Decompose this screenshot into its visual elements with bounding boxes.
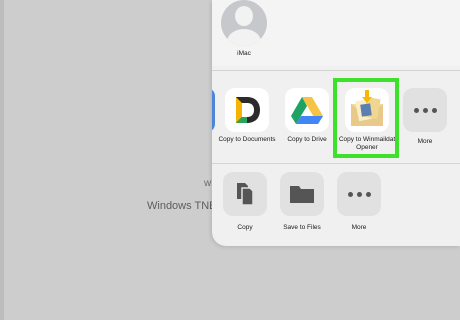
person-avatar-icon[interactable] <box>221 0 267 46</box>
app-more[interactable]: More <box>390 88 460 146</box>
app-label: More <box>417 138 433 145</box>
airdrop-row: iMac <box>212 0 460 66</box>
airdrop-device-label: iMac <box>237 50 251 57</box>
more-dots-icon <box>403 88 447 132</box>
highlight-box <box>333 78 399 158</box>
folder-icon <box>280 172 324 216</box>
action-more[interactable]: More <box>324 172 394 232</box>
background-edge <box>0 0 4 320</box>
divider <box>212 70 460 71</box>
copy-icon <box>223 172 267 216</box>
divider <box>212 163 460 164</box>
google-drive-icon <box>285 88 329 132</box>
documents-d-icon <box>225 88 269 132</box>
action-label: More <box>351 224 367 231</box>
more-dots-icon <box>337 172 381 216</box>
actions-row: Copy Save to Files More <box>212 172 460 242</box>
